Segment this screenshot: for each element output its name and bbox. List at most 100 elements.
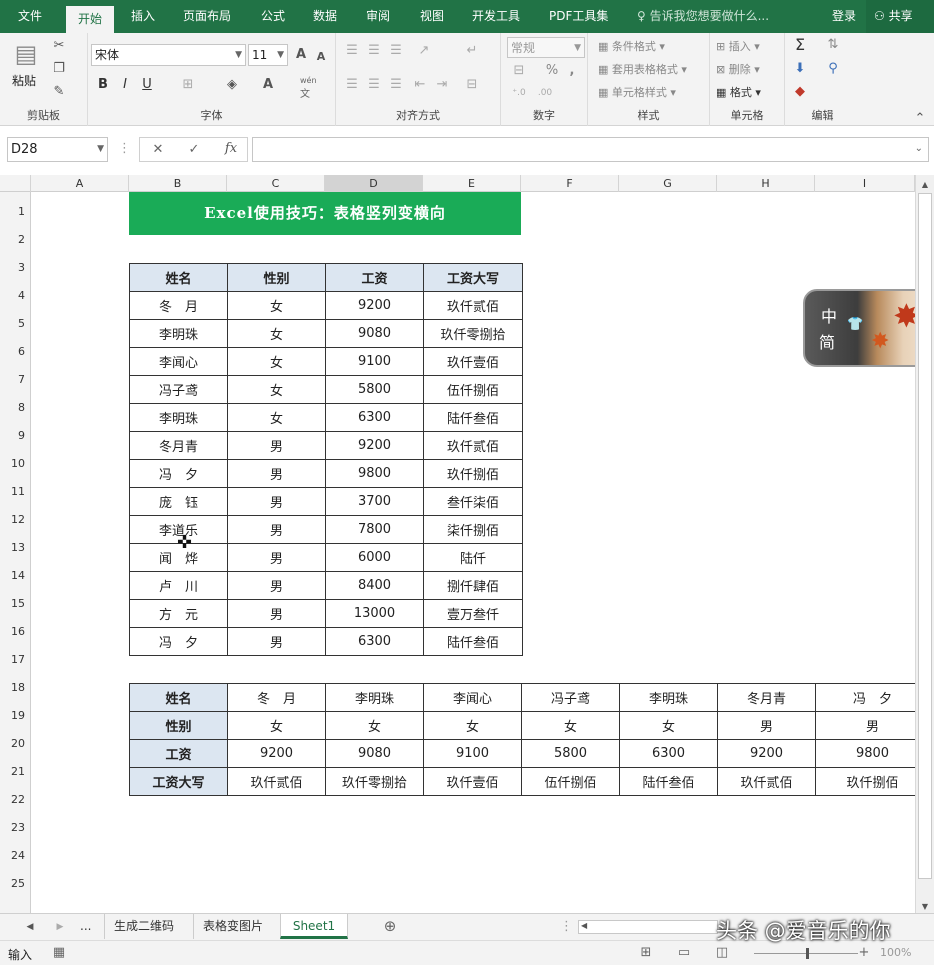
table-header-cell[interactable]: 工资大写 — [423, 263, 523, 292]
wrap-text-icon[interactable]: ↵ — [464, 43, 480, 59]
row-header-19[interactable]: 19 — [0, 709, 31, 723]
align-bottom-icon[interactable]: ☰ — [388, 43, 404, 59]
zoom-level[interactable]: 100% — [880, 946, 911, 959]
zoom-slider-thumb[interactable] — [806, 948, 809, 959]
border-icon[interactable]: ⊞ — [180, 77, 196, 93]
column-header-c[interactable]: C — [227, 175, 325, 192]
expand-formula-icon[interactable]: ⌄ — [915, 139, 923, 159]
tab-review[interactable]: 审阅 — [366, 0, 390, 33]
fill-down-icon[interactable]: ⬇ — [791, 61, 809, 77]
bold-button[interactable]: B — [96, 77, 110, 93]
row-header-2[interactable]: 2 — [0, 233, 31, 247]
row-header-22[interactable]: 22 — [0, 793, 31, 807]
scrollbar-thumb[interactable] — [918, 193, 932, 879]
ime-simplified-mode[interactable]: 简 — [819, 329, 835, 353]
row-header-16[interactable]: 16 — [0, 625, 31, 639]
vertical-scrollbar[interactable]: ▲ ▼ — [915, 175, 934, 913]
currency-icon[interactable]: ⊟ — [509, 63, 529, 79]
format-cells-button[interactable]: ▦ 格式 ▾ — [716, 84, 761, 100]
table-cell[interactable]: 7800 — [325, 515, 424, 544]
align-middle-icon[interactable]: ☰ — [366, 43, 382, 59]
table-cell[interactable]: 玖仟零捌拾 — [325, 767, 424, 796]
previous-sheet-icon[interactable]: ◀ — [24, 919, 36, 935]
paste-icon[interactable]: ▤ — [10, 39, 42, 69]
paste-button[interactable]: 粘贴 — [12, 72, 36, 89]
table-cell[interactable]: 6300 — [325, 627, 424, 656]
table-cell[interactable]: 男 — [227, 543, 326, 572]
select-all-corner[interactable] — [0, 175, 31, 192]
phonetic-guide-button[interactable]: wén 文 — [300, 76, 317, 100]
underline-button[interactable]: U — [140, 77, 154, 93]
table-cell[interactable]: 卢 川 — [129, 571, 228, 600]
tab-home[interactable]: 开始 — [66, 6, 115, 33]
table-cell[interactable]: 男 — [717, 711, 816, 740]
table-cell[interactable]: 女 — [619, 711, 718, 740]
table-cell[interactable]: 陆仟叁佰 — [423, 403, 523, 432]
table-cell[interactable]: 玖仟贰佰 — [227, 767, 326, 796]
next-sheet-icon[interactable]: ▶ — [54, 919, 66, 935]
row-header-11[interactable]: 11 — [0, 485, 31, 499]
table-cell[interactable]: 9200 — [717, 739, 816, 768]
format-as-table-button[interactable]: ▦ 套用表格格式 ▾ — [598, 61, 687, 77]
row-header-6[interactable]: 6 — [0, 345, 31, 359]
orientation-icon[interactable]: ↗ — [416, 43, 432, 59]
table-cell[interactable]: 9200 — [325, 431, 424, 460]
table-cell[interactable]: 女 — [423, 711, 522, 740]
worksheet-grid[interactable]: Excel使用技巧：表格竖列变横向 姓名 性别 工资 工资大写冬 月女 9200 玖仟贰佰… — [31, 192, 930, 913]
table-cell[interactable]: 冬 月 — [227, 683, 326, 712]
table-cell[interactable]: 壹万叁仟 — [423, 599, 523, 628]
table-cell[interactable]: 9100 — [325, 347, 424, 376]
tab-developer[interactable]: 开发工具 — [472, 0, 520, 33]
row-header-18[interactable]: 18 — [0, 681, 31, 695]
row-header-15[interactable]: 15 — [0, 597, 31, 611]
table-cell[interactable]: 9080 — [325, 739, 424, 768]
table-header-cell[interactable]: 性别 — [129, 711, 228, 740]
table-cell[interactable]: 女 — [325, 711, 424, 740]
row-header-3[interactable]: 3 — [0, 261, 31, 275]
tab-formulas[interactable]: 公式 — [261, 0, 285, 33]
sort-filter-icon[interactable]: ⇅ — [823, 37, 843, 53]
table-cell[interactable]: 伍仟捌佰 — [423, 375, 523, 404]
percent-button[interactable]: % — [545, 63, 559, 79]
table-cell[interactable]: 李明珠 — [619, 683, 718, 712]
table-cell[interactable]: 玖仟零捌拾 — [423, 319, 523, 348]
table-cell[interactable]: 女 — [227, 319, 326, 348]
merge-center-icon[interactable]: ⊟ — [464, 77, 480, 93]
column-header-i[interactable]: I — [815, 175, 915, 192]
row-header-20[interactable]: 20 — [0, 737, 31, 751]
table-cell[interactable]: 李明珠 — [129, 319, 228, 348]
table-cell[interactable]: 9800 — [815, 739, 930, 768]
table-cell[interactable]: 9080 — [325, 319, 424, 348]
row-header-13[interactable]: 13 — [0, 541, 31, 555]
table-cell[interactable]: 庞 钰 — [129, 487, 228, 516]
table-cell[interactable]: 玖仟捌佰 — [815, 767, 930, 796]
sheet-title-banner[interactable]: Excel使用技巧：表格竖列变横向 — [129, 192, 521, 235]
table-cell[interactable]: 李闻心 — [129, 347, 228, 376]
row-header-7[interactable]: 7 — [0, 373, 31, 387]
fill-color-icon[interactable]: ◈ — [224, 77, 240, 93]
row-header-14[interactable]: 14 — [0, 569, 31, 583]
column-header-e[interactable]: E — [423, 175, 521, 192]
row-header-23[interactable]: 23 — [0, 821, 31, 835]
more-sheets-button[interactable]: ... — [80, 914, 91, 939]
zoom-in-icon[interactable]: + — [858, 945, 870, 961]
table-cell[interactable]: 9100 — [423, 739, 522, 768]
decrease-indent-icon[interactable]: ⇤ — [412, 77, 428, 93]
name-box[interactable]: D28 ▼ — [7, 137, 108, 162]
copy-icon[interactable]: ❐ — [50, 61, 68, 77]
font-color-icon[interactable]: A — [260, 77, 276, 93]
table-cell[interactable]: 冯 夕 — [129, 459, 228, 488]
table-cell[interactable]: 陆仟叁佰 — [423, 627, 523, 656]
table-cell[interactable]: 陆仟 — [423, 543, 523, 572]
table-cell[interactable]: 玖仟壹佰 — [423, 347, 523, 376]
column-header-d[interactable]: D — [325, 175, 423, 192]
table-cell[interactable]: 男 — [227, 627, 326, 656]
table-cell[interactable]: 方 元 — [129, 599, 228, 628]
column-header-b[interactable]: B — [129, 175, 227, 192]
table-cell[interactable]: 李明珠 — [129, 403, 228, 432]
table-cell[interactable]: 9200 — [325, 291, 424, 320]
row-header-5[interactable]: 5 — [0, 317, 31, 331]
enter-icon[interactable]: ✓ — [186, 142, 202, 158]
align-left-icon[interactable]: ☰ — [344, 77, 360, 93]
sheet-tab-table-to-image[interactable]: 表格变图片 — [193, 914, 272, 939]
